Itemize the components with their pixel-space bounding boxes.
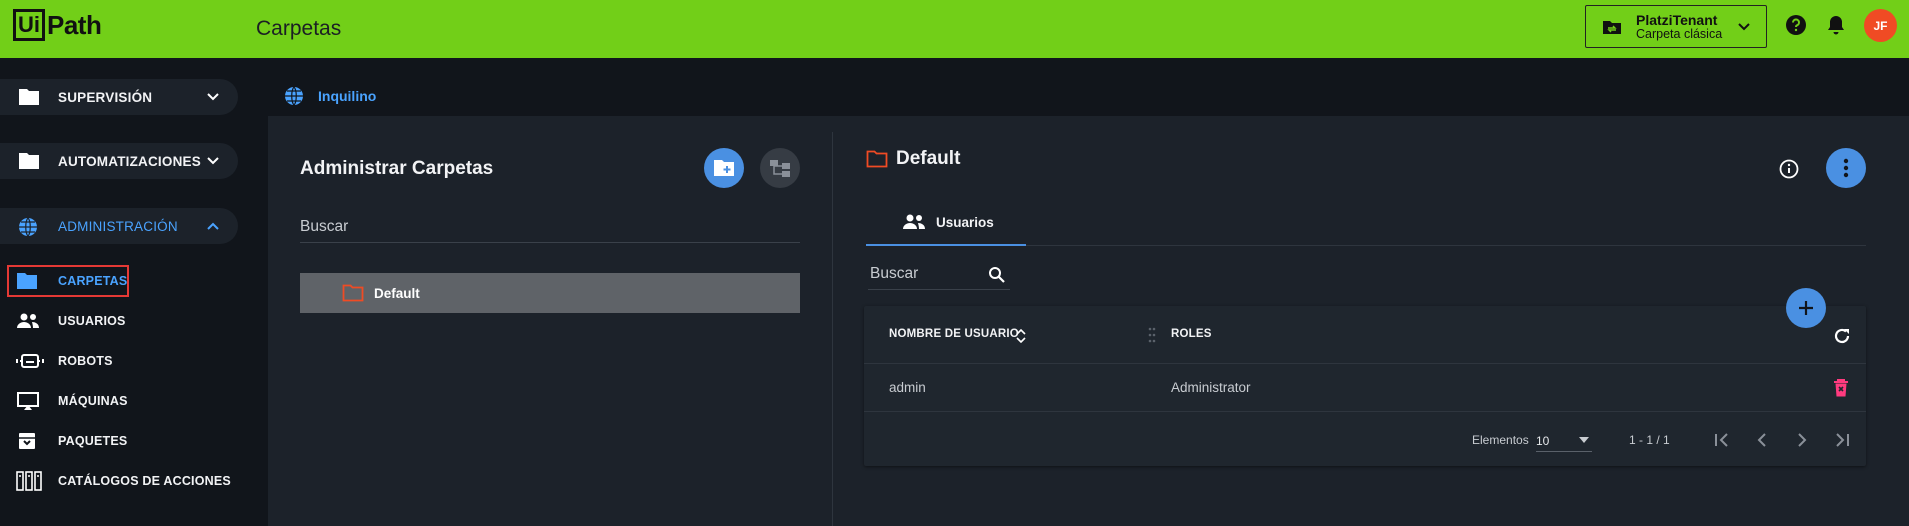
users-icon (903, 214, 925, 229)
breadcrumb-tenant[interactable]: Inquilino (318, 88, 376, 104)
search-underline (868, 289, 1010, 290)
sidebar-item-catalogos[interactable]: CATÁLOGOS DE ACCIONES (0, 467, 250, 495)
logo-text: Path (47, 9, 102, 40)
sidebar-item-usuarios[interactable]: USUARIOS (0, 307, 250, 335)
sidebar-item-label: ROBOTS (58, 354, 113, 368)
sidebar-item-robots[interactable]: ROBOTS (0, 347, 250, 375)
info-icon[interactable] (1779, 159, 1799, 179)
folder-outline-icon (342, 284, 364, 302)
folder-name: Default (896, 148, 961, 169)
folder-tree-label: Default (374, 285, 420, 301)
tenant-name: PlatziTenant (1636, 11, 1718, 28)
search-icon[interactable] (988, 266, 1006, 284)
search-underline (300, 242, 800, 243)
sidebar-item-label: MÁQUINAS (58, 394, 128, 408)
robot-icon (16, 354, 44, 368)
more-vertical-icon (1843, 158, 1849, 178)
hierarchy-button[interactable] (760, 148, 800, 188)
avatar[interactable]: JF (1864, 9, 1897, 42)
folder-search-input[interactable]: Buscar (300, 218, 348, 236)
tenant-selector[interactable]: PlatziTenant Carpeta clásica (1585, 5, 1767, 48)
folder-icon (19, 153, 39, 169)
column-header-roles[interactable]: ROLES (1171, 328, 1212, 340)
user-search-input[interactable]: Buscar (870, 265, 918, 283)
next-page-icon[interactable] (1792, 430, 1812, 450)
column-header-username[interactable]: NOMBRE DE USUARIO (889, 328, 1019, 340)
chevron-down-icon (207, 93, 219, 101)
refresh-icon[interactable] (1832, 326, 1852, 346)
tab-usuarios[interactable]: Usuarios (866, 206, 1026, 246)
add-folder-button[interactable] (704, 148, 744, 188)
chevron-down-icon (1738, 23, 1750, 31)
page-size-value: 10 (1536, 434, 1550, 448)
chevron-up-icon (207, 222, 219, 230)
tenant-folder-type: Carpeta clásica (1636, 26, 1723, 41)
pager-range: 1 - 1 / 1 (1629, 433, 1670, 447)
sort-icon[interactable] (1016, 329, 1026, 343)
add-user-button[interactable] (1786, 288, 1826, 328)
logo-box: Ui (13, 9, 45, 41)
tab-label: Usuarios (936, 214, 994, 230)
folder-outline-icon (866, 150, 888, 168)
sidebar-item-label: CATÁLOGOS DE ACCIONES (58, 474, 231, 488)
dropdown-arrow-icon (1579, 437, 1589, 443)
plus-icon (1799, 301, 1813, 315)
sidebar-group-automatizaciones[interactable]: AUTOMATIZACIONES (0, 143, 238, 179)
top-bar: Ui Path Carpetas PlatziTenant Carpeta cl… (0, 0, 1909, 58)
header-divider (864, 363, 1866, 364)
monitor-icon (17, 392, 39, 410)
uipath-logo[interactable]: Ui Path (13, 9, 102, 41)
tabs-divider (1026, 245, 1866, 246)
cell-roles: Administrator (1171, 380, 1251, 395)
globe-icon (19, 217, 37, 237)
sidebar-group-administracion[interactable]: ADMINISTRACIÓN (0, 208, 238, 244)
pager-items-label: Elementos (1472, 433, 1529, 447)
sidebar-item-paquetes[interactable]: PAQUETES (0, 427, 250, 455)
package-icon (19, 433, 35, 449)
sidebar-group-label: SUPERVISIÓN (58, 89, 153, 105)
page-title: Carpetas (256, 17, 342, 40)
breadcrumb[interactable]: Inquilino (284, 86, 376, 106)
row-divider (864, 411, 1866, 412)
folder-tree-item[interactable]: Default (300, 273, 800, 313)
page-size-select[interactable]: 10 (1536, 432, 1592, 452)
chevron-down-icon (207, 157, 219, 165)
delete-icon[interactable] (1832, 378, 1850, 398)
sidebar-group-label: AUTOMATIZACIONES (58, 153, 201, 169)
users-icon (17, 313, 39, 328)
first-page-icon[interactable] (1712, 430, 1732, 450)
panel-divider (832, 132, 833, 526)
sidebar-item-label: USUARIOS (58, 314, 126, 328)
help-icon[interactable] (1785, 14, 1807, 36)
sidebar-item-maquinas[interactable]: MÁQUINAS (0, 387, 250, 415)
folders-title: Administrar Carpetas (300, 158, 494, 179)
hierarchy-icon (770, 160, 790, 177)
cell-username: admin (889, 380, 926, 395)
sidebar-group-label: ADMINISTRACIÓN (58, 218, 178, 234)
folder-switch-icon (1603, 20, 1621, 34)
more-options-button[interactable] (1826, 148, 1866, 188)
folder-detail-title: Default (866, 148, 960, 170)
sidebar-item-label: PAQUETES (58, 434, 128, 448)
prev-page-icon[interactable] (1752, 430, 1772, 450)
column-resize-handle[interactable] (1148, 327, 1156, 343)
add-folder-icon (714, 160, 734, 176)
catalog-icon (16, 471, 42, 491)
selection-highlight (7, 265, 129, 297)
globe-icon (285, 86, 303, 106)
folder-icon (19, 89, 39, 105)
bell-icon[interactable] (1826, 14, 1846, 36)
active-tab-indicator (866, 244, 1026, 246)
sidebar-group-supervision[interactable]: SUPERVISIÓN (0, 79, 238, 115)
last-page-icon[interactable] (1832, 430, 1852, 450)
